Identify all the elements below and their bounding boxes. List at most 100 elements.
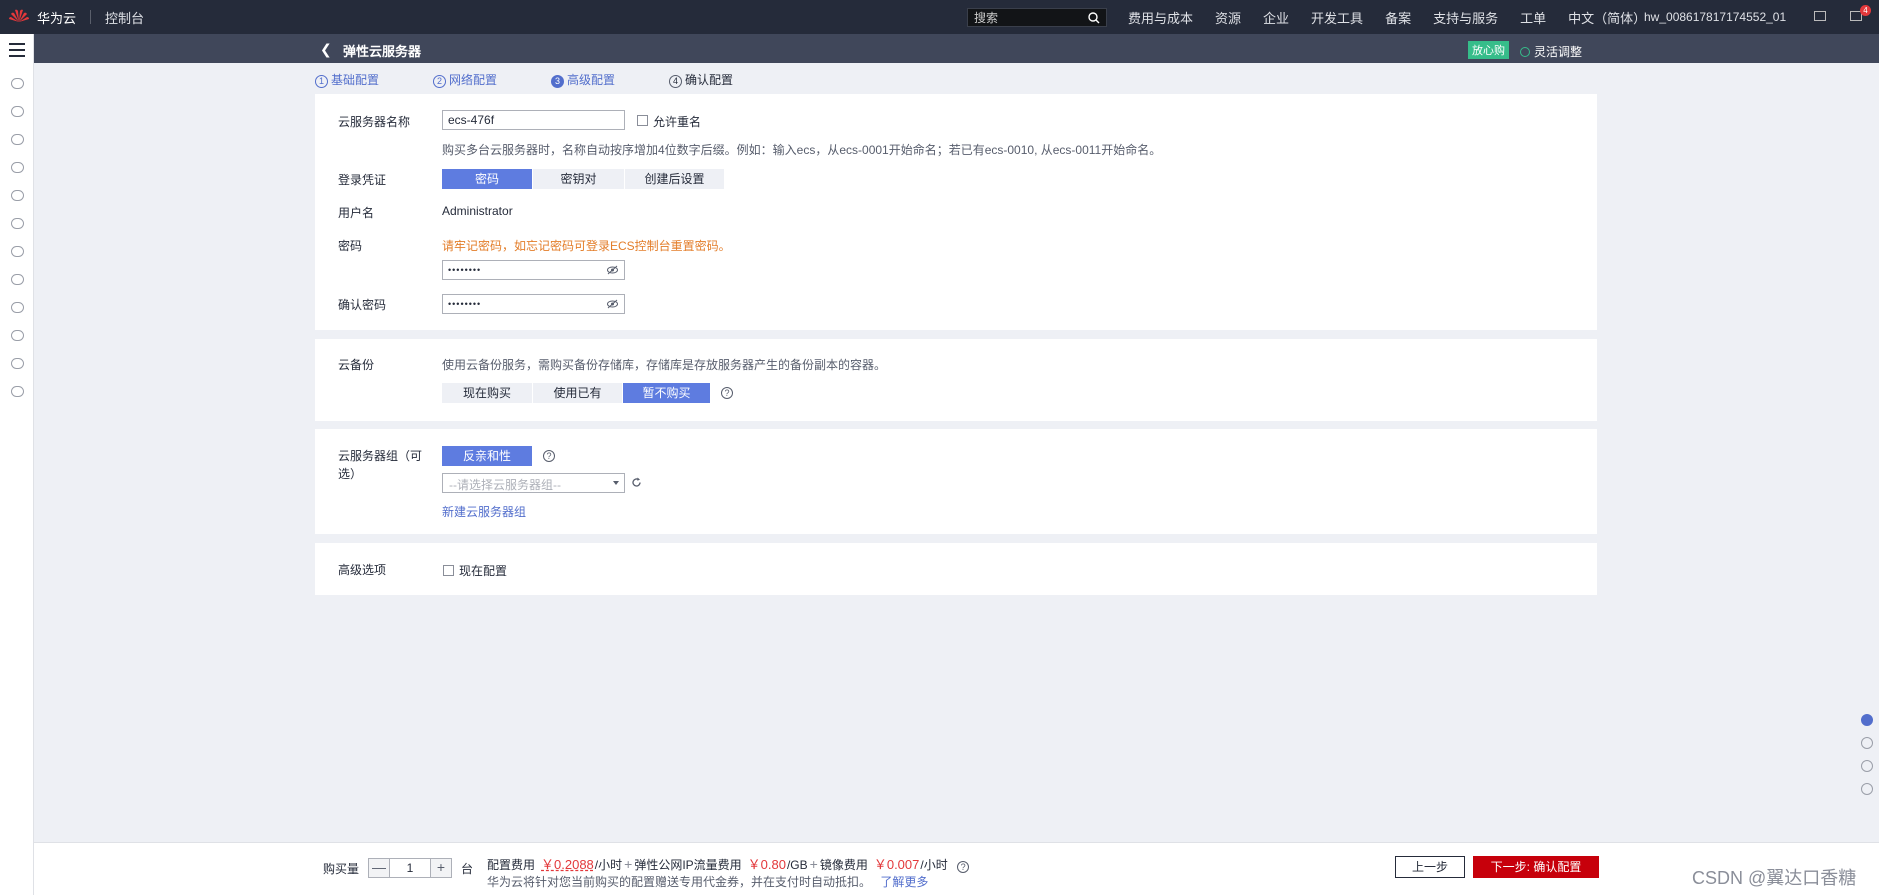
nav-tickets[interactable]: 工单 <box>1520 8 1546 27</box>
page-title: 弹性云服务器 <box>343 44 422 59</box>
service-icon-10[interactable] <box>11 330 24 341</box>
server-name-input[interactable]: ecs-476f <box>442 110 625 130</box>
flexible-adjust-label: 灵活调整 <box>1534 45 1583 59</box>
cloud-backup-hint: 使用云备份服务，需购买备份存储库，存储库是存放服务器产生的备份副本的容器。 <box>442 358 887 372</box>
service-icon-2[interactable] <box>11 106 24 117</box>
service-icon-6[interactable] <box>11 218 24 229</box>
survey-icon[interactable] <box>1861 783 1873 795</box>
config-fee-price[interactable]: ￥0.2088 <box>541 857 594 872</box>
step-advanced[interactable]: 3 高级配置 <box>551 71 615 88</box>
search-input[interactable]: 搜索 <box>967 8 1107 27</box>
password-input[interactable]: •••••••• <box>442 260 625 280</box>
step-confirm: 4 确认配置 <box>669 71 733 88</box>
group-policy-selector: 反亲和性 <box>442 446 533 466</box>
credential-later-option[interactable]: 创建后设置 <box>625 169 725 189</box>
help-icon[interactable] <box>1861 737 1873 749</box>
service-icon-11[interactable] <box>11 358 24 369</box>
nav-billing[interactable]: 费用与成本 <box>1128 8 1193 27</box>
server-group-card: 云服务器组（可选） 反亲和性 ? --请选择云服务器组-- 新建云服务器组 <box>315 429 1597 534</box>
service-icon-4[interactable] <box>11 162 24 173</box>
nav-resources[interactable]: 资源 <box>1215 8 1241 27</box>
plus-icon: + <box>809 856 818 872</box>
search-icon[interactable] <box>1088 11 1100 24</box>
brand-name[interactable]: 华为云 <box>37 8 76 27</box>
top-nav-bar: 华为云 控制台 搜索 费用与成本 资源 企业 开发工具 备案 支持与服务 工单 … <box>0 0 1879 34</box>
config-fee-label: 配置费用 <box>487 858 536 872</box>
feedback-icon[interactable] <box>1861 760 1873 772</box>
learn-more-link[interactable]: 了解更多 <box>880 875 928 889</box>
service-icon-3[interactable] <box>11 134 24 145</box>
server-group-select[interactable]: --请选择云服务器组-- <box>442 473 625 493</box>
watermark: CSDN @翼达口香糖 <box>1692 868 1857 888</box>
assurance-tag[interactable]: 放心购 <box>1468 41 1509 59</box>
allow-duplicate-checkbox[interactable] <box>637 115 648 126</box>
step-basic[interactable]: 1 基础配置 <box>315 71 379 88</box>
step-number: 1 <box>315 75 328 88</box>
help-icon[interactable]: ? <box>721 387 733 399</box>
decrease-button[interactable]: — <box>369 859 389 877</box>
password-label: 密码 <box>338 239 363 253</box>
confirm-password-input[interactable]: •••••••• <box>442 294 625 314</box>
refresh-icon[interactable] <box>631 477 642 488</box>
configure-now-checkbox[interactable] <box>443 565 454 576</box>
quantity-input[interactable]: 1 <box>389 859 431 877</box>
server-group-label: 云服务器组（可选） <box>338 449 423 481</box>
service-icon-7[interactable] <box>11 246 24 257</box>
back-chevron-icon[interactable]: ❮ <box>320 41 332 58</box>
advanced-options-label: 高级选项 <box>338 563 387 577</box>
purchase-footer: 购买量 — 1 + 台 配置费用 ￥0.2088/小时 + 弹性公网IP流量费用 ￥0.… <box>34 842 1879 895</box>
console-link[interactable]: 控制台 <box>105 8 144 27</box>
credential-selector: 密码 密钥对 创建后设置 <box>442 169 725 189</box>
backup-skip-option[interactable]: 暂不购买 <box>623 383 711 403</box>
divider <box>90 10 92 24</box>
dropdown-caret-icon <box>613 481 619 485</box>
message-icon[interactable] <box>1814 11 1826 21</box>
confirm-password-value: •••••••• <box>448 299 482 309</box>
huawei-logo-icon[interactable] <box>0 8 35 26</box>
voucher-note-text: 华为云将针对您当前购买的配置赠送专用代金券，并在支付时自动抵扣。 <box>487 875 872 889</box>
next-step-confirm-button[interactable]: 下一步: 确认配置 <box>1473 856 1599 878</box>
step-label: 确认配置 <box>685 73 734 87</box>
service-icon-1[interactable] <box>11 78 24 89</box>
previous-step-button[interactable]: 上一步 <box>1395 856 1465 878</box>
allow-duplicate-label[interactable]: 允许重名 <box>653 113 701 130</box>
hide-password-icon[interactable] <box>607 265 618 275</box>
credential-keypair-option[interactable]: 密钥对 <box>533 169 625 189</box>
nav-icp[interactable]: 备案 <box>1385 8 1411 27</box>
flexible-adjust-link[interactable]: 灵活调整 <box>1520 43 1582 60</box>
service-icon-12[interactable] <box>11 386 24 397</box>
anti-affinity-option[interactable]: 反亲和性 <box>442 446 533 466</box>
help-icon[interactable]: ? <box>957 861 970 873</box>
nav-support[interactable]: 支持与服务 <box>1433 8 1498 27</box>
image-fee-unit: /小时 <box>920 858 948 872</box>
server-name-label: 云服务器名称 <box>338 115 411 129</box>
backup-selector: 现在购买 使用已有 暂不购买 <box>442 383 711 403</box>
hide-password-icon[interactable] <box>607 299 618 309</box>
service-icon-5[interactable] <box>11 190 24 201</box>
image-fee-price: ￥0.007 <box>873 857 920 872</box>
create-server-group-link[interactable]: 新建云服务器组 <box>442 503 526 520</box>
nav-devtools[interactable]: 开发工具 <box>1311 8 1363 27</box>
service-icon-8[interactable] <box>11 274 24 285</box>
nav-language[interactable]: 中文（简体） <box>1568 8 1646 27</box>
server-group-placeholder: --请选择云服务器组-- <box>449 478 561 492</box>
floating-toolbar <box>1856 712 1879 802</box>
hamburger-menu-icon[interactable] <box>9 43 25 57</box>
credential-password-option[interactable]: 密码 <box>442 169 533 189</box>
step-network[interactable]: 2 网络配置 <box>433 71 497 88</box>
eip-fee-price: ￥0.80 <box>747 857 786 872</box>
username-value: Administrator <box>442 204 513 218</box>
backup-buy-now-option[interactable]: 现在购买 <box>442 383 533 403</box>
help-icon[interactable]: ? <box>543 450 555 462</box>
backup-use-existing-option[interactable]: 使用已有 <box>533 383 623 403</box>
increase-button[interactable]: + <box>431 859 451 877</box>
configure-now-label[interactable]: 现在配置 <box>459 562 507 579</box>
voucher-note: 华为云将针对您当前购买的配置赠送专用代金券，并在支付时自动抵扣。 了解更多 <box>487 873 928 890</box>
quantity-stepper[interactable]: — 1 + <box>368 858 452 878</box>
step-number: 2 <box>433 75 446 88</box>
plus-icon: + <box>624 856 633 872</box>
service-icon-9[interactable] <box>11 302 24 313</box>
nav-enterprise[interactable]: 企业 <box>1263 8 1289 27</box>
username[interactable]: hw_008617817174552_01 <box>1644 10 1786 24</box>
customer-service-icon[interactable] <box>1861 714 1873 726</box>
